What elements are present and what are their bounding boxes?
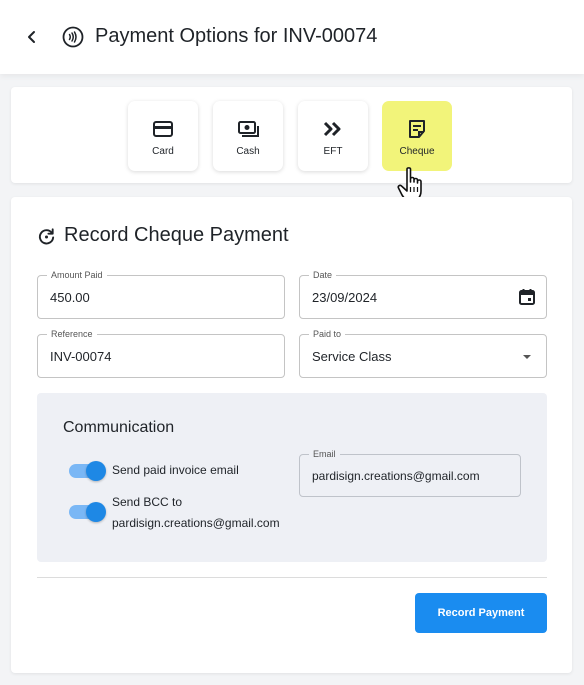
paid-to-value[interactable]: Service Class (312, 349, 391, 364)
amount-paid-field[interactable]: Amount Paid 450.00 (37, 269, 285, 319)
send-bcc-toggle[interactable] (69, 502, 106, 522)
contactless-payment-icon (62, 26, 84, 48)
app-header: Payment Options for INV-00074 (0, 0, 584, 74)
method-cash-button[interactable]: Cash (213, 101, 283, 171)
calendar-icon[interactable] (518, 288, 536, 306)
date-label: Date (309, 269, 337, 281)
dropdown-arrow-icon[interactable] (518, 347, 536, 365)
send-paid-invoice-toggle[interactable] (69, 461, 106, 481)
send-bcc-label: Send BCC to pardisign.creations@gmail.co… (112, 494, 280, 532)
date-value[interactable]: 23/09/2024 (312, 290, 377, 305)
record-payment-button[interactable]: Record Payment (415, 593, 547, 633)
method-label: Card (152, 146, 174, 157)
toggle-knob (86, 502, 106, 522)
method-card-button[interactable]: Card (128, 101, 198, 171)
section-title: Record Cheque Payment (64, 224, 289, 246)
amount-paid-label: Amount Paid (47, 269, 107, 281)
reference-field[interactable]: Reference INV-00074 (37, 328, 285, 378)
method-eft-button[interactable]: EFT (298, 101, 368, 171)
method-cheque-button[interactable]: Cheque (382, 101, 452, 171)
credit-card-icon (153, 121, 173, 137)
method-label: EFT (323, 146, 343, 157)
send-paid-invoice-label: Send paid invoice email (112, 463, 239, 477)
payment-methods-card: Card Cash EFT Cheque (11, 87, 572, 183)
double-chevron-right-icon (323, 121, 341, 137)
chevron-left-icon[interactable] (22, 27, 42, 47)
divider (37, 577, 547, 578)
email-label: Email (309, 448, 340, 460)
toggle-knob (86, 461, 106, 481)
amount-paid-value[interactable]: 450.00 (50, 290, 90, 305)
method-label: Cash (236, 146, 260, 157)
paid-to-label: Paid to (309, 328, 346, 340)
method-label: Cheque (399, 146, 435, 157)
page-title: Payment Options for INV-00074 (95, 25, 378, 47)
cash-icon (238, 121, 259, 137)
reference-label: Reference (47, 328, 97, 340)
date-field[interactable]: Date 23/09/2024 (299, 269, 547, 319)
email-value[interactable]: pardisign.creations@gmail.com (312, 469, 480, 483)
send-bcc-label-line1: Send BCC to (112, 495, 183, 509)
reference-value[interactable]: INV-00074 (50, 349, 111, 364)
cheque-note-icon (409, 120, 425, 138)
paid-to-select[interactable]: Paid to Service Class (299, 328, 547, 378)
communication-title: Communication (63, 419, 175, 436)
email-field[interactable]: Email pardisign.creations@gmail.com (299, 448, 521, 497)
send-bcc-label-line2: pardisign.creations@gmail.com (112, 516, 280, 530)
refresh-icon (38, 228, 55, 245)
